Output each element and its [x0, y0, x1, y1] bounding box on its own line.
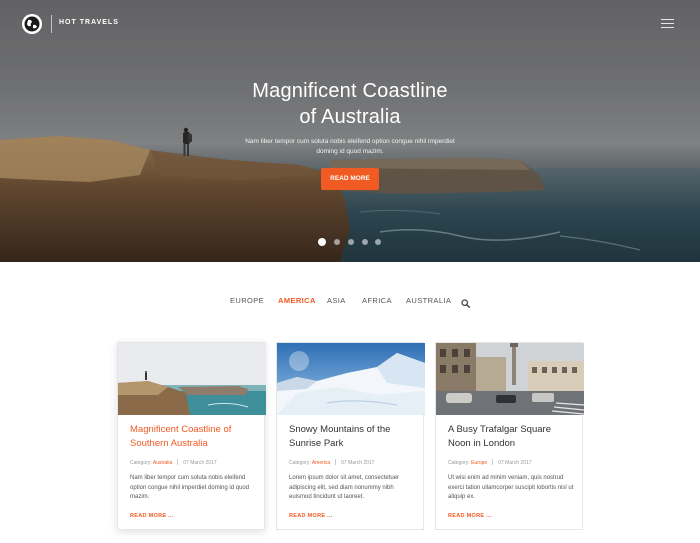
- nav-item-africa[interactable]: AFRICA: [362, 296, 392, 305]
- search-icon[interactable]: [461, 295, 471, 309]
- hero-read-more-button[interactable]: READ MORE: [321, 168, 379, 190]
- card-read-more-link[interactable]: READ MORE ...: [289, 513, 333, 519]
- slider-dot-3[interactable]: [348, 239, 354, 245]
- slider-dot-5[interactable]: [375, 239, 381, 245]
- hero-title: Magnificent Coastline of Australia: [200, 78, 500, 130]
- card-meta: Category: Australia 07 March 2017: [130, 459, 260, 466]
- card-title[interactable]: Snowy Mountains of the Sunrise Park: [289, 423, 417, 450]
- card-category-label: Category:: [130, 460, 152, 466]
- nav-item-america[interactable]: AMERICA: [278, 296, 316, 305]
- card-read-more-link[interactable]: READ MORE ...: [130, 513, 174, 519]
- card-title[interactable]: Magnificent Coastline of Southern Austra…: [130, 423, 258, 450]
- card-category-label: Category:: [289, 460, 311, 466]
- nav-item-australia[interactable]: AUSTRALIA: [406, 296, 451, 305]
- card-date: 07 March 2017: [498, 460, 532, 466]
- card-image-coastline[interactable]: [118, 343, 266, 415]
- hamburger-menu-icon[interactable]: [661, 19, 674, 29]
- globe-icon[interactable]: [22, 14, 42, 34]
- card-image-mountains[interactable]: [277, 343, 425, 415]
- card-category-link[interactable]: America: [312, 460, 330, 466]
- card-image-trafalgar[interactable]: [436, 343, 584, 415]
- card-category-link[interactable]: Europe: [471, 460, 487, 466]
- logo-divider: [51, 15, 52, 33]
- card-meta: Category: America 07 March 2017: [289, 459, 419, 466]
- slider-dot-2[interactable]: [334, 239, 340, 245]
- card-category-label: Category:: [448, 460, 470, 466]
- card-date: 07 March 2017: [183, 460, 217, 466]
- card-meta: Category: Europe 07 March 2017: [448, 459, 578, 466]
- card-read-more-link[interactable]: READ MORE ...: [448, 513, 492, 519]
- article-card[interactable]: Magnificent Coastline of Southern Austra…: [117, 342, 266, 530]
- nav-item-asia[interactable]: ASIA: [327, 296, 346, 305]
- category-nav: EUROPE AMERICA ASIA AFRICA AUSTRALIA: [0, 296, 700, 310]
- card-date: 07 March 2017: [341, 460, 375, 466]
- slider-dot-4[interactable]: [362, 239, 368, 245]
- hero-title-line-1: Magnificent Coastline: [252, 80, 448, 102]
- slider-dot-1[interactable]: [318, 238, 326, 246]
- hero-title-line-2: of Australia: [299, 106, 401, 128]
- card-excerpt: Ut wisi enim ad minim veniam, quis nostr…: [448, 475, 574, 500]
- top-bar: HOT TRAVELS: [0, 0, 700, 48]
- card-category-link[interactable]: Australia: [153, 460, 172, 466]
- article-card[interactable]: A Busy Trafalgar Square Noon in London C…: [435, 342, 584, 530]
- card-excerpt: Nam liber tempor cum soluta nobis eleife…: [130, 475, 250, 500]
- card-title[interactable]: A Busy Trafalgar Square Noon in London: [448, 423, 576, 450]
- brand-name[interactable]: HOT TRAVELS: [59, 19, 119, 26]
- nav-item-europe[interactable]: EUROPE: [230, 296, 264, 305]
- article-card[interactable]: Snowy Mountains of the Sunrise Park Cate…: [276, 342, 425, 530]
- hero-slider: HOT TRAVELS Magnificent Coastline of Aus…: [0, 0, 700, 262]
- hero-subtitle: Nam liber tempor cum soluta nobis eleife…: [245, 138, 455, 155]
- card-excerpt: Lorem ipsum dolor sit amet, consectetuer…: [289, 475, 400, 500]
